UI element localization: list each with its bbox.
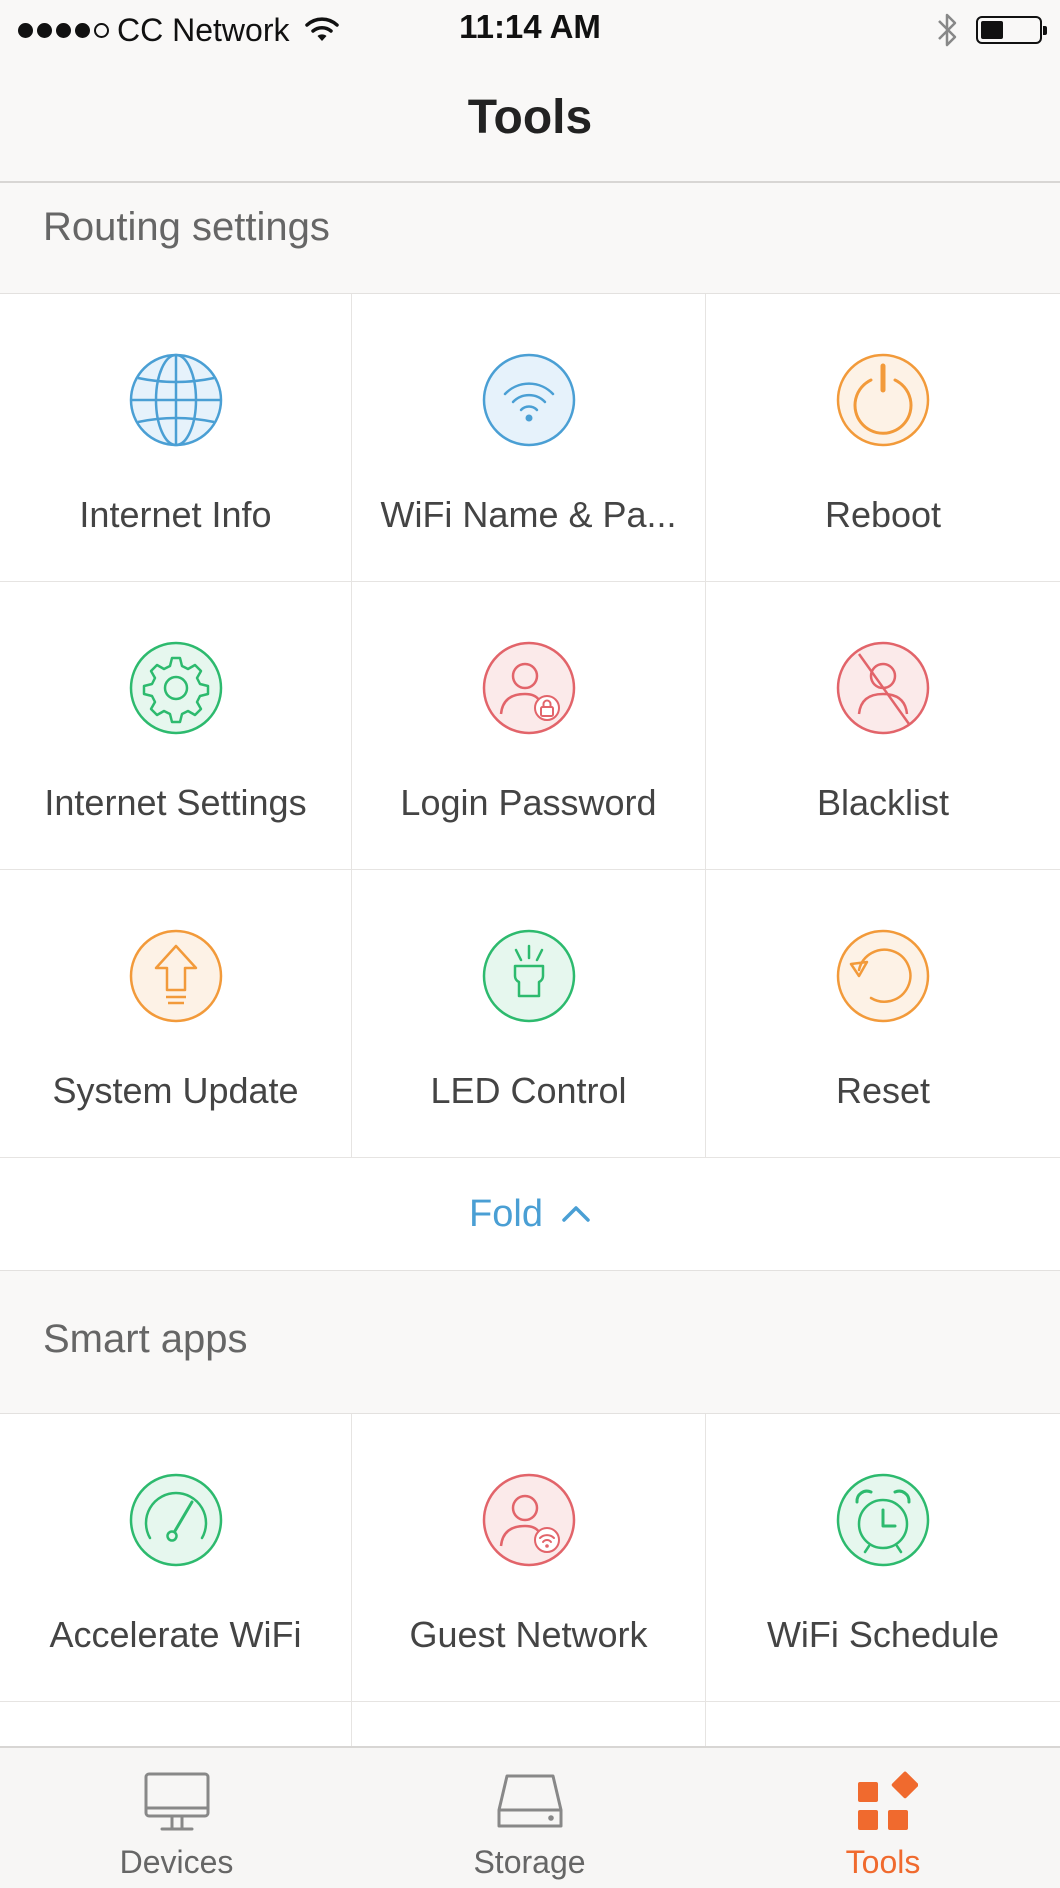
tool-wifi-name-password[interactable]: WiFi Name & Pa... — [352, 294, 706, 582]
upload-arrow-icon — [129, 929, 222, 1023]
tool-reboot[interactable]: Reboot — [706, 294, 1060, 582]
section-title: Routing settings — [43, 205, 330, 249]
tool-login-password[interactable]: Login Password — [352, 582, 706, 870]
section-title: Smart apps — [43, 1317, 248, 1361]
gear-icon — [129, 641, 222, 735]
tab-label: Tools — [845, 1844, 921, 1880]
alarm-clock-icon — [836, 1473, 930, 1567]
app-guest-network[interactable]: Guest Network — [352, 1414, 706, 1702]
battery-icon — [976, 16, 1047, 44]
tool-label: System Update — [52, 1070, 299, 1111]
user-wifi-icon — [482, 1473, 575, 1567]
app-wifi-schedule[interactable]: WiFi Schedule — [706, 1414, 1060, 1702]
grid-cell-partial — [706, 1702, 1060, 1747]
power-icon — [836, 353, 930, 447]
fold-button[interactable]: Fold — [0, 1158, 1060, 1271]
navigation-bar: Tools — [0, 60, 1060, 183]
tab-devices[interactable]: Devices — [0, 1748, 353, 1888]
grid-cell-partial — [352, 1702, 706, 1747]
hard-drive-icon — [497, 1774, 562, 1828]
tool-label: Blacklist — [816, 782, 950, 823]
tool-internet-info[interactable]: Internet Info — [0, 294, 352, 582]
tool-reset[interactable]: Reset — [706, 870, 1060, 1158]
app-label: Guest Network — [409, 1614, 648, 1655]
user-lock-icon — [482, 641, 575, 735]
tool-led-control[interactable]: LED Control — [352, 870, 706, 1158]
app-label: WiFi Schedule — [766, 1614, 1000, 1655]
page-title: Tools — [467, 91, 593, 144]
battery-level — [981, 21, 1003, 39]
tool-label: Login Password — [400, 782, 657, 823]
tool-blacklist[interactable]: Blacklist — [706, 582, 1060, 870]
globe-icon — [129, 353, 222, 447]
app-label: Accelerate WiFi — [49, 1614, 302, 1655]
tool-label: LED Control — [430, 1070, 627, 1111]
monitor-icon — [144, 1772, 209, 1831]
tab-label: Storage — [473, 1844, 586, 1880]
app-accelerate-wifi[interactable]: Accelerate WiFi — [0, 1414, 352, 1702]
tool-label: WiFi Name & Pa... — [380, 494, 677, 535]
light-icon — [482, 929, 575, 1023]
tab-label: Devices — [119, 1844, 234, 1880]
tool-label: Internet Settings — [44, 782, 307, 823]
smart-apps-grid: Accelerate WiFi Guest Network WiFi Sched… — [0, 1413, 1060, 1747]
tool-internet-settings[interactable]: Internet Settings — [0, 582, 352, 870]
user-blocked-icon — [836, 641, 930, 735]
tab-storage[interactable]: Storage — [353, 1748, 706, 1888]
tool-label: Reboot — [824, 494, 942, 535]
section-header-routing: Routing settings — [0, 183, 1060, 293]
status-right — [936, 10, 1047, 50]
tool-label: Reset — [835, 1070, 931, 1111]
section-header-smart-apps: Smart apps — [0, 1271, 1060, 1413]
fold-label: Fold — [469, 1192, 543, 1235]
chevron-up-icon — [562, 1206, 590, 1222]
tool-label: Internet Info — [79, 494, 272, 535]
status-bar: CC Network 11:14 AM — [0, 0, 1060, 60]
wifi-icon — [482, 353, 575, 447]
routing-settings-grid: Internet Info WiFi Name & Pa... Reboot I… — [0, 293, 1060, 1159]
tab-bar: Devices Storage Tools — [0, 1746, 1060, 1888]
reset-icon — [836, 929, 930, 1023]
grid-cell-partial — [0, 1702, 352, 1747]
tools-grid-icon — [858, 1771, 918, 1830]
tool-system-update[interactable]: System Update — [0, 870, 352, 1158]
tab-tools[interactable]: Tools — [706, 1748, 1060, 1888]
speedometer-icon — [129, 1473, 222, 1567]
status-time: 11:14 AM — [459, 8, 601, 45]
bluetooth-icon — [938, 13, 957, 47]
